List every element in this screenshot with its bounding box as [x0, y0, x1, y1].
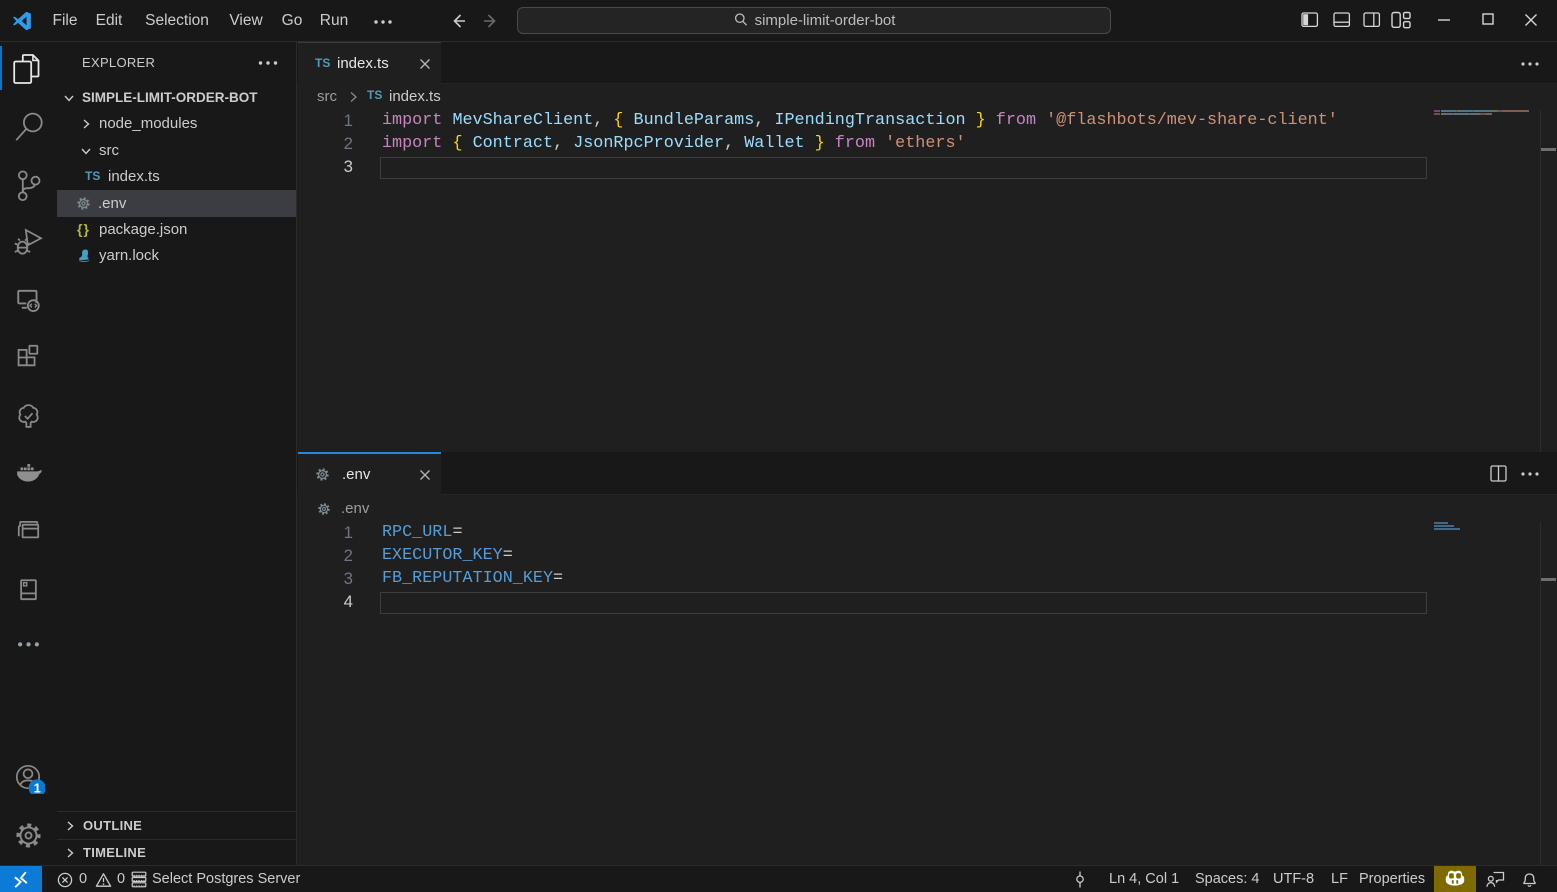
svg-text:1: 1: [34, 781, 41, 794]
